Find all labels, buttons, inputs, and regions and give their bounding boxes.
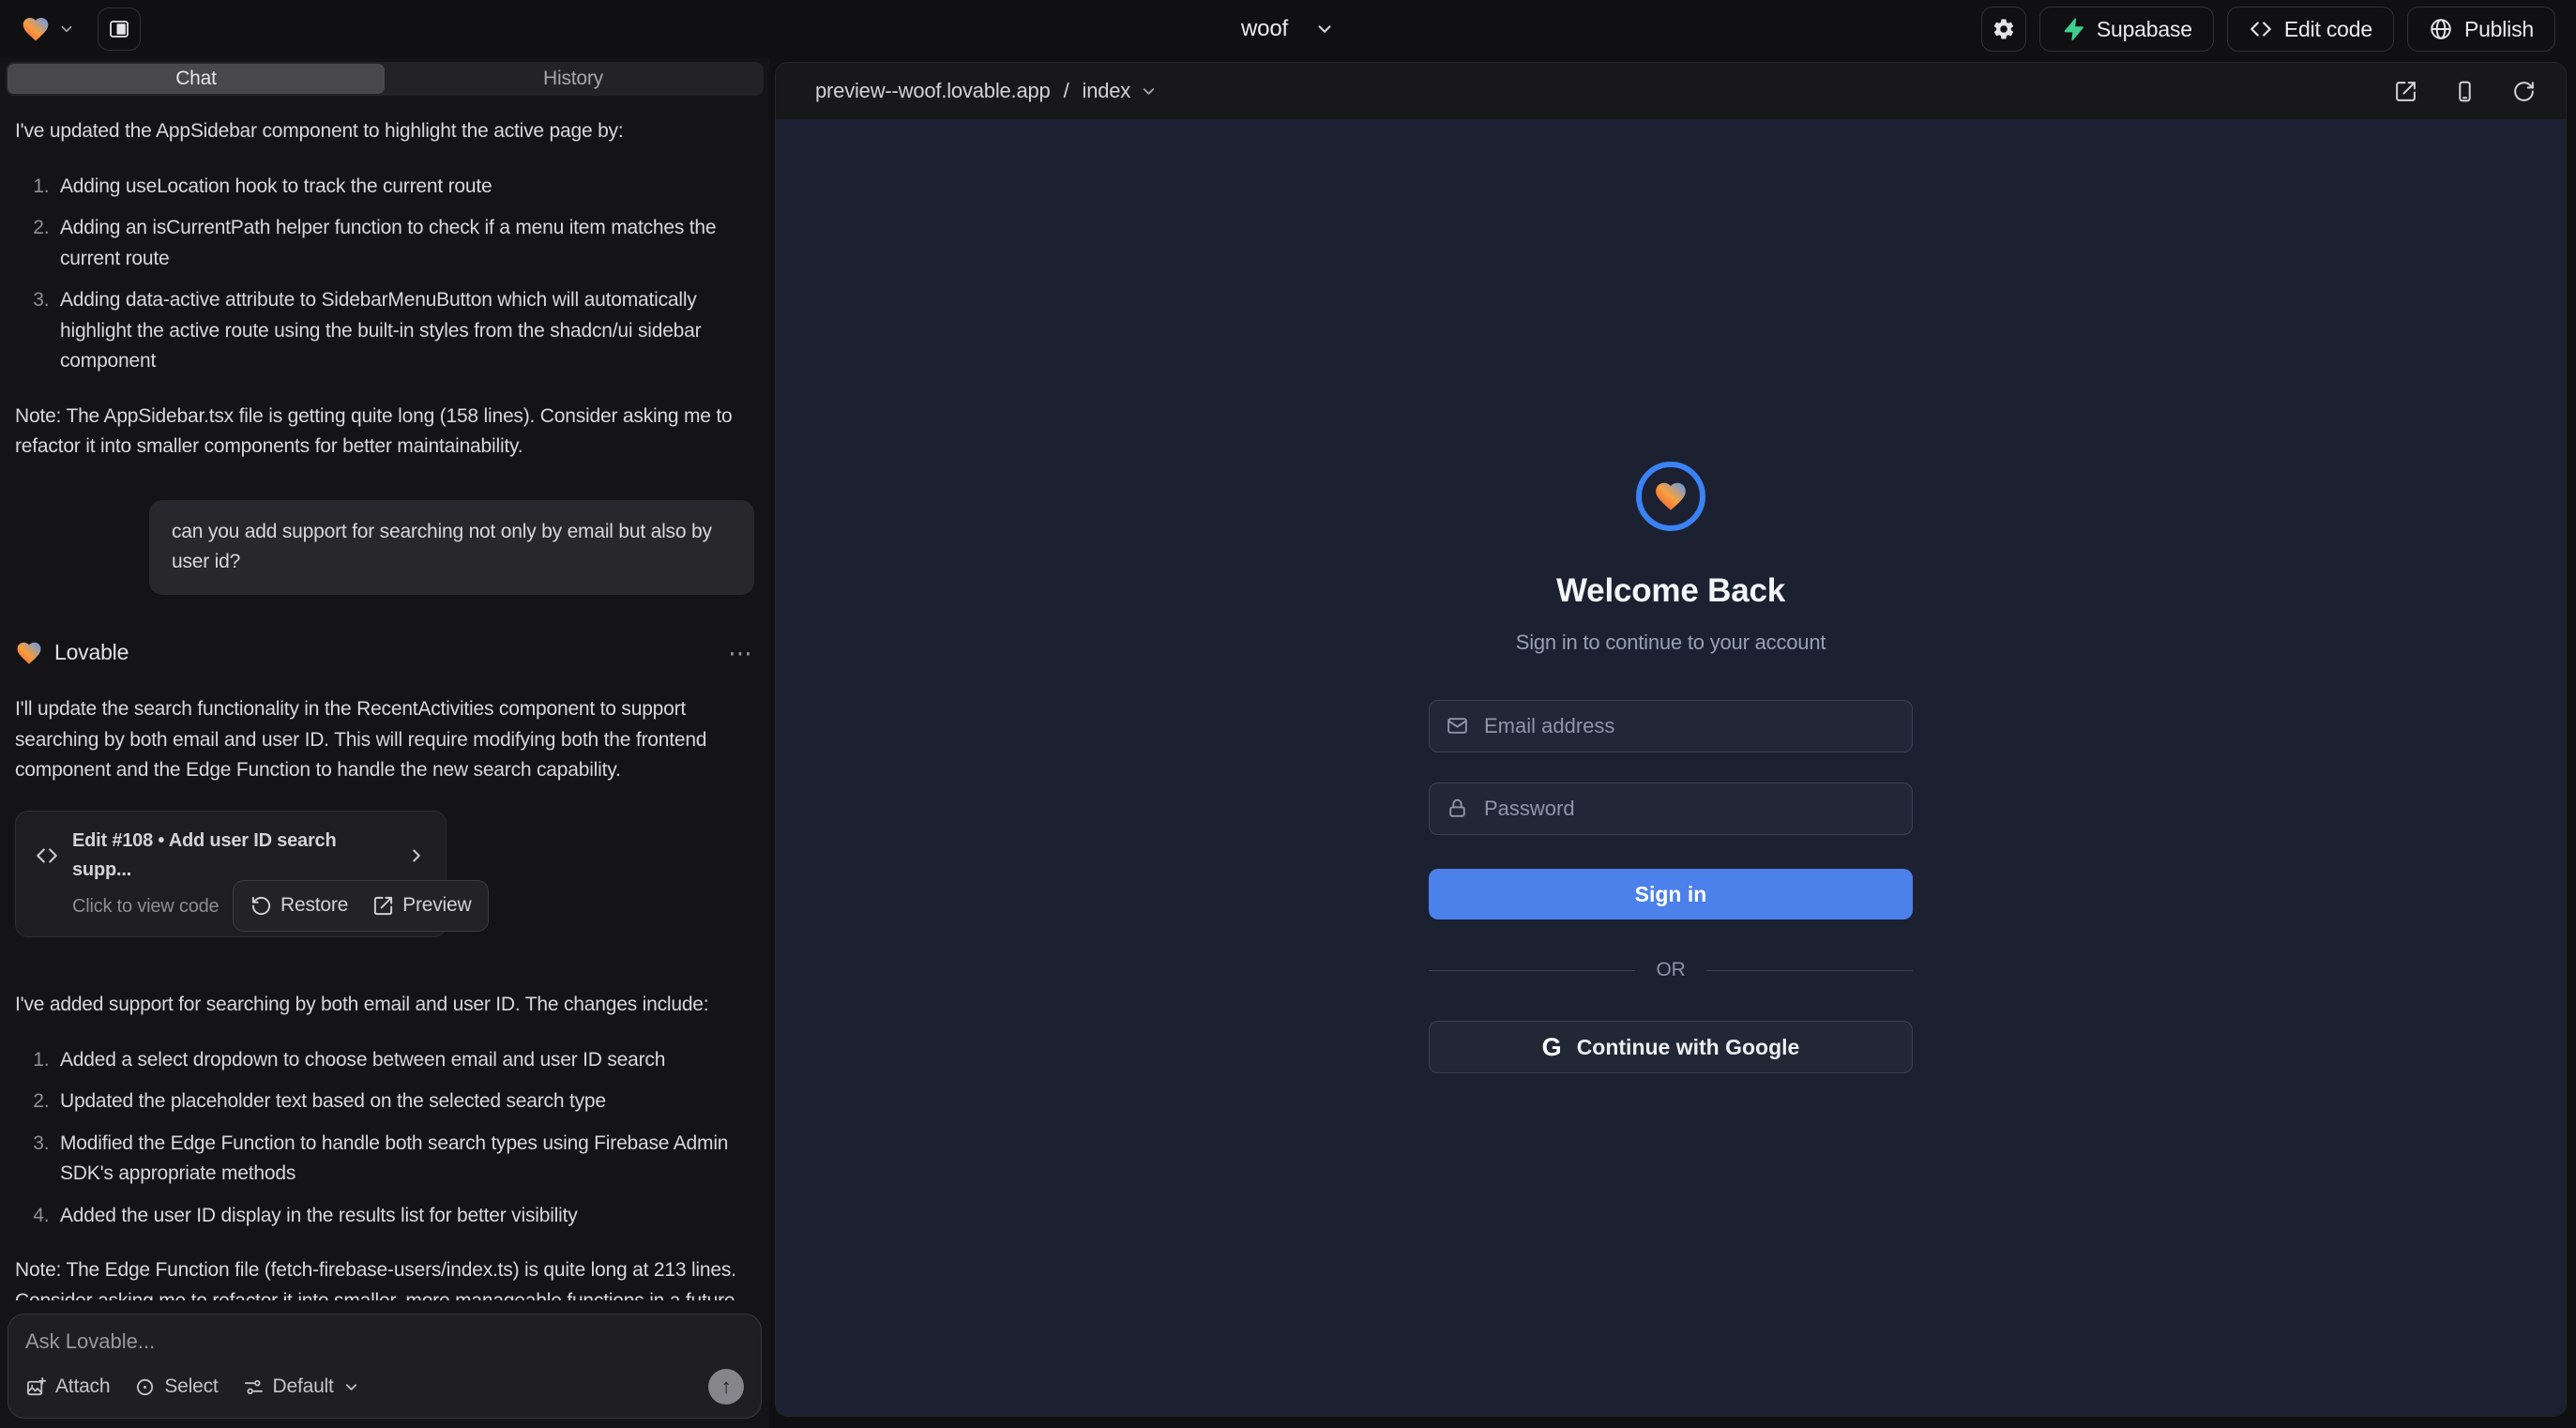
list-item: Updated the placeholder text based on th… — [54, 1086, 754, 1117]
refresh-icon[interactable] — [2512, 80, 2536, 103]
edit-card-title: Edit #108 • Add user ID search supp... — [72, 827, 393, 885]
preview-domain: preview--woof.lovable.app — [815, 79, 1051, 103]
panel-left-icon — [108, 18, 130, 40]
supabase-label: Supabase — [2097, 17, 2192, 42]
assistant-list: Adding useLocation hook to track the cur… — [54, 172, 754, 377]
publish-button[interactable]: Publish — [2407, 7, 2555, 52]
login-card: Welcome Back Sign in to continue to your… — [1429, 462, 1913, 1073]
preview-button[interactable]: Preview — [372, 890, 471, 921]
or-label: OR — [1656, 959, 1685, 981]
gear-icon — [1992, 17, 2016, 41]
google-label: Continue with Google — [1577, 1035, 1800, 1060]
chevron-down-icon — [342, 1378, 360, 1396]
app-preview: Welcome Back Sign in to continue to your… — [776, 119, 2566, 1416]
email-field[interactable] — [1429, 700, 1913, 752]
project-switcher[interactable]: woof — [1241, 0, 1335, 58]
lovable-heart-icon — [1653, 479, 1689, 514]
topbar: woof Supabase Edit code Publish — [0, 0, 2576, 58]
chevron-down-icon — [1140, 83, 1158, 100]
lovable-logo-menu[interactable] — [21, 14, 75, 44]
tab-chat[interactable]: Chat — [8, 64, 385, 94]
project-name: woof — [1241, 16, 1288, 42]
target-icon — [134, 1376, 156, 1398]
assistant-note: Note: The Edge Function file (fetch-fire… — [15, 1255, 754, 1300]
select-button[interactable]: Select — [134, 1375, 218, 1398]
or-divider: OR — [1429, 959, 1913, 981]
supabase-button[interactable]: Supabase — [2039, 7, 2214, 52]
chevron-right-icon — [406, 845, 427, 866]
image-plus-icon — [25, 1376, 47, 1398]
restore-button[interactable]: Restore — [250, 890, 348, 921]
chevron-down-icon — [1314, 19, 1335, 39]
google-icon: G — [1542, 1033, 1562, 1062]
login-title: Welcome Back — [1556, 572, 1785, 610]
signin-button[interactable]: Sign in — [1429, 869, 1913, 919]
message-menu-icon[interactable]: ⋯ — [728, 634, 754, 672]
app-logo — [1636, 462, 1705, 531]
sidebar-toggle-button[interactable] — [98, 8, 141, 51]
mail-icon — [1446, 714, 1469, 737]
restore-icon — [250, 895, 272, 917]
list-item: Adding useLocation hook to track the cur… — [54, 172, 754, 203]
globe-icon — [2429, 17, 2453, 41]
assistant-paragraph: I've updated the AppSidebar component to… — [15, 116, 754, 147]
password-field[interactable] — [1429, 782, 1913, 835]
list-item: Added a select dropdown to choose betwee… — [54, 1045, 754, 1076]
assistant-paragraph: I'll update the search functionality in … — [15, 694, 754, 786]
login-subtitle: Sign in to continue to your account — [1516, 630, 1826, 655]
sliders-icon — [243, 1376, 265, 1398]
tab-history[interactable]: History — [385, 64, 762, 94]
user-message: can you add support for searching not on… — [149, 500, 754, 595]
preview-page: index — [1083, 79, 1131, 103]
chat-messages[interactable]: I've updated the AppSidebar component to… — [0, 96, 769, 1300]
lovable-heart-icon — [21, 14, 51, 44]
preview-url-dropdown[interactable]: preview--woof.lovable.app / index — [815, 79, 1158, 103]
settings-button[interactable] — [1981, 7, 2026, 52]
lovable-heart-icon — [15, 639, 43, 667]
path-separator: / — [1064, 79, 1069, 103]
list-item: Adding data-active attribute to SidebarM… — [54, 285, 754, 377]
assistant-header: Lovable ⋯ — [15, 634, 754, 672]
preview-panel: preview--woof.lovable.app / index — [775, 62, 2567, 1417]
open-in-new-tab-icon[interactable] — [2394, 80, 2417, 103]
edit-code-label: Edit code — [2284, 17, 2372, 42]
external-link-icon — [372, 895, 394, 917]
lock-icon — [1446, 797, 1469, 820]
list-item: Added the user ID display in the results… — [54, 1201, 754, 1232]
code-icon — [2249, 17, 2273, 41]
chat-panel: Chat History I've updated the AppSidebar… — [0, 58, 769, 1428]
chat-input[interactable] — [25, 1329, 744, 1369]
preview-header: preview--woof.lovable.app / index — [776, 63, 2566, 119]
mobile-view-icon[interactable] — [2453, 80, 2477, 103]
attach-button[interactable]: Attach — [25, 1375, 110, 1398]
composer: Attach Select Default ↑ — [8, 1314, 762, 1419]
publish-label: Publish — [2464, 17, 2534, 42]
supabase-icon — [2061, 17, 2085, 41]
assistant-name: Lovable — [54, 636, 129, 670]
send-button[interactable]: ↑ — [708, 1369, 744, 1405]
google-signin-button[interactable]: G Continue with Google — [1429, 1021, 1913, 1073]
assistant-paragraph: I've added support for searching by both… — [15, 990, 754, 1021]
assistant-list: Added a select dropdown to choose betwee… — [54, 1045, 754, 1232]
list-item: Modified the Edge Function to handle bot… — [54, 1129, 754, 1190]
mode-dropdown[interactable]: Default — [243, 1375, 360, 1398]
chevron-down-icon — [58, 21, 75, 38]
assistant-note: Note: The AppSidebar.tsx file is getting… — [15, 402, 754, 463]
chat-history-tabs: Chat History — [6, 62, 764, 96]
list-item: Adding an isCurrentPath helper function … — [54, 213, 754, 274]
edit-card-toolbar: Restore Preview — [233, 880, 489, 932]
edit-code-button[interactable]: Edit code — [2227, 7, 2394, 52]
code-icon — [35, 843, 59, 868]
